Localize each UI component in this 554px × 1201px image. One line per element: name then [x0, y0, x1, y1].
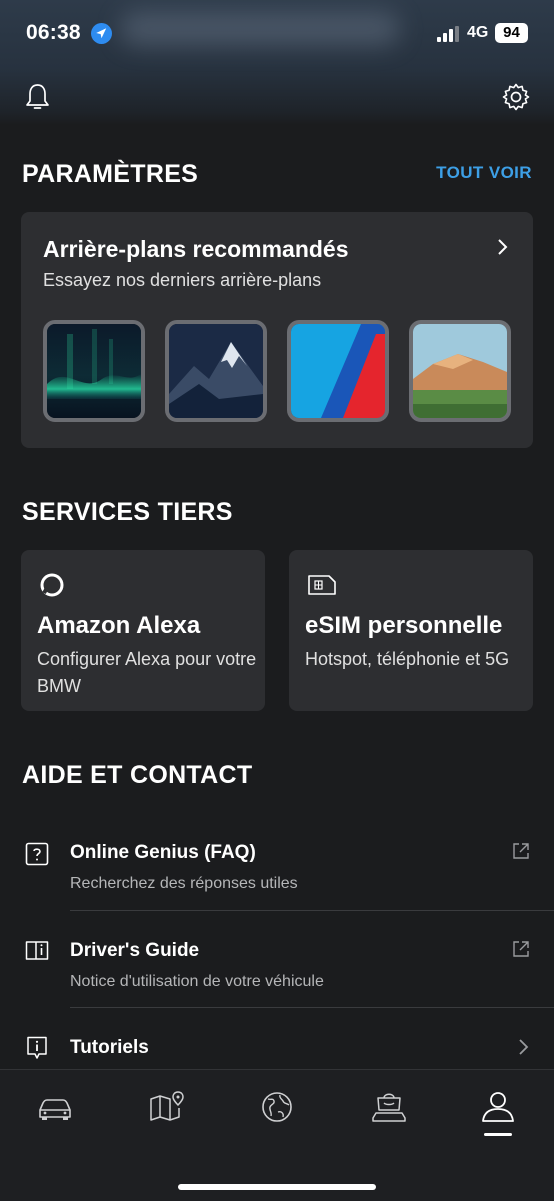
globe-icon[interactable] — [258, 1090, 296, 1124]
info-icon — [27, 1036, 47, 1059]
active-tab-indicator — [484, 1133, 512, 1136]
help-item-online-genius[interactable]: Online Genius (FAQ) Recherchez des répon… — [0, 838, 554, 910]
help-item-title: Tutoriels — [70, 1037, 149, 1058]
chevron-right-icon — [519, 1039, 529, 1055]
question-icon — [25, 842, 49, 866]
help-item-subtitle: Notice d'utilisation de votre véhicule — [70, 973, 324, 990]
battery-indicator: 94 — [495, 23, 528, 43]
esim-card-subtitle: Hotspot, téléphonie et 5G — [305, 649, 510, 669]
network-type: 4G — [467, 24, 489, 41]
help-item-tutorials[interactable]: Tutoriels — [0, 1034, 554, 1068]
see-all-link[interactable]: TOUT VOIR — [436, 163, 532, 183]
services-section-title: SERVICES TIERS — [22, 498, 233, 526]
location-arrow-icon — [91, 23, 112, 44]
help-item-drivers-guide[interactable]: Driver's Guide Notice d'utilisation de v… — [0, 936, 554, 1008]
alexa-card-title: Amazon Alexa — [37, 612, 201, 639]
help-section-title: AIDE ET CONTACT — [22, 761, 253, 789]
status-bar: 06:38 4G 94 — [0, 0, 554, 66]
map-icon[interactable] — [148, 1090, 186, 1124]
alexa-icon — [40, 573, 64, 597]
help-item-title: Driver's Guide — [70, 940, 200, 961]
divider — [70, 910, 554, 911]
help-item-title: Online Genius (FAQ) — [70, 842, 256, 863]
alexa-card[interactable]: Amazon Alexa Configurer Alexa pour votre… — [21, 550, 265, 711]
sim-card-icon — [308, 575, 336, 595]
external-link-icon — [513, 941, 529, 957]
status-time: 06:38 — [26, 21, 81, 44]
bottom-navigation — [0, 1069, 554, 1201]
wallpaper-thumb-sunset-mountain[interactable] — [409, 320, 511, 422]
wallpapers-card-title: Arrière-plans recommandés — [43, 236, 349, 262]
divider — [70, 1007, 554, 1008]
help-item-subtitle: Recherchez des réponses utiles — [70, 875, 298, 892]
gear-icon[interactable] — [501, 82, 531, 112]
home-indicator[interactable] — [178, 1184, 376, 1190]
wallpapers-card-subtitle: Essayez nos derniers arrière-plans — [43, 270, 322, 290]
wallpaper-thumb-aurora[interactable] — [43, 320, 145, 422]
cell-signal-icon — [437, 26, 459, 42]
car-icon[interactable] — [36, 1090, 74, 1124]
bell-icon[interactable] — [24, 82, 51, 112]
wallpaper-thumb-night-mountain[interactable] — [165, 320, 267, 422]
wallpaper-thumb-m-stripes[interactable] — [287, 320, 389, 422]
settings-section-title: PARAMÈTRES — [22, 160, 199, 188]
shop-icon[interactable] — [370, 1090, 408, 1124]
external-link-icon — [513, 843, 529, 859]
esim-card[interactable]: eSIM personnelle Hotspot, téléphonie et … — [289, 550, 533, 711]
esim-card-title: eSIM personnelle — [305, 612, 503, 639]
chevron-right-icon — [498, 239, 508, 255]
recommended-wallpapers-card[interactable]: Arrière-plans recommandés Essayez nos de… — [21, 212, 533, 448]
alexa-card-subtitle: Configurer Alexa pour votre BMW — [37, 649, 257, 696]
book-icon — [25, 941, 49, 960]
profile-icon[interactable] — [479, 1090, 517, 1124]
